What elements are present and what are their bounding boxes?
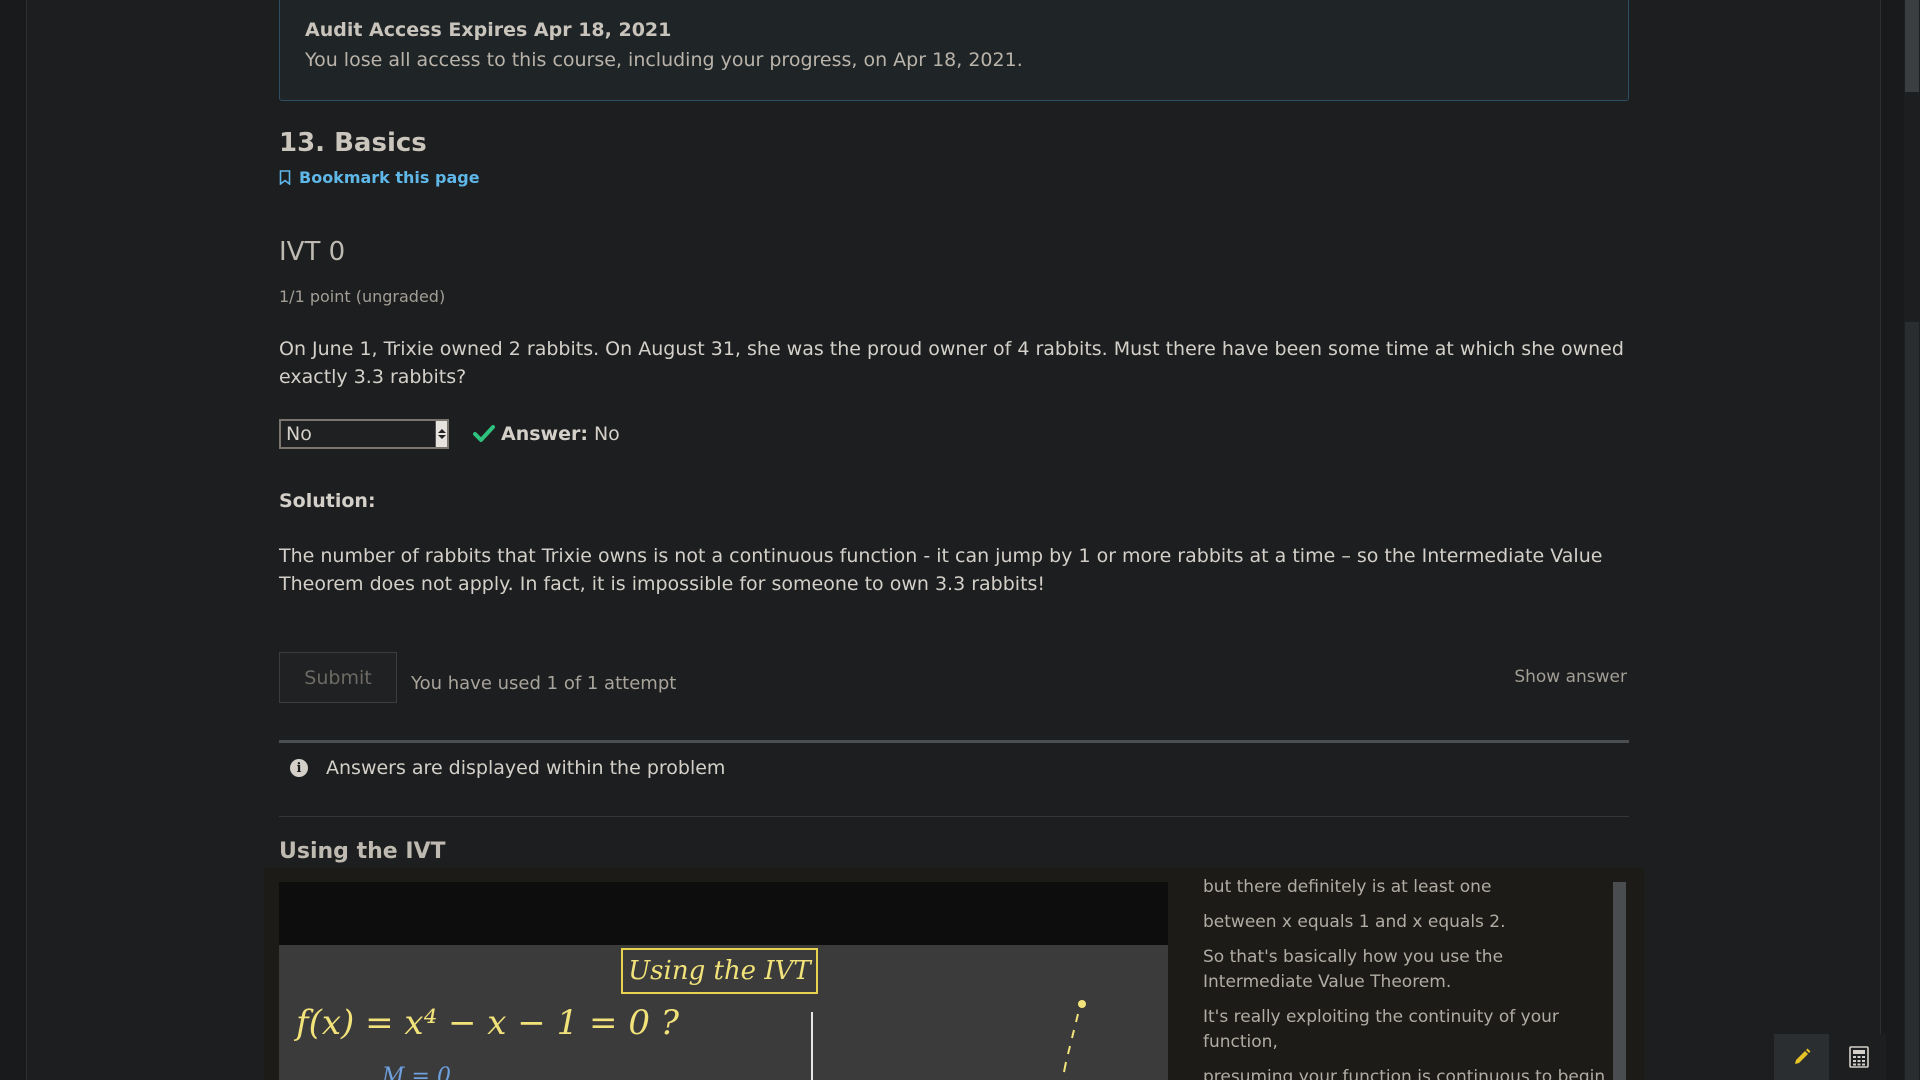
answer-select[interactable]: No [279, 419, 449, 449]
problem-question: On June 1, Trixie owned 2 rabbits. On Au… [279, 338, 1624, 388]
solution-text: The number of rabbits that Trixie owns i… [279, 545, 1603, 595]
select-arrow-icon[interactable] [435, 421, 447, 447]
page-edge-right [1880, 0, 1881, 1080]
transcript-line[interactable]: but there definitely is at least one [1192, 875, 1612, 900]
bookmark-icon [279, 170, 291, 185]
answer-value: No [593, 423, 620, 445]
calculator-button[interactable] [1831, 1034, 1886, 1080]
submit-button[interactable]: Submit [279, 652, 397, 703]
board-bottom-note: M = 0 [382, 1064, 451, 1080]
transcript-line[interactable]: between x equals 1 and x equals 2. [1192, 910, 1612, 935]
board-equation: f(x) = x⁴ − x − 1 = 0 ? [296, 1003, 679, 1043]
scrollbar-thumb-upper[interactable] [1905, 0, 1919, 92]
info-icon: i [290, 759, 308, 777]
audit-banner: Audit Access Expires Apr 18, 2021 You lo… [279, 0, 1629, 101]
page-edge-left [26, 0, 27, 1080]
notice-text: Answers are displayed within the problem [326, 757, 726, 779]
show-answer-button[interactable]: Show answer [1514, 667, 1627, 687]
answer-label: Answer: [501, 423, 588, 445]
unit-title: 13. Basics [279, 128, 427, 158]
board-curve-sketch [1063, 1000, 1086, 1073]
section-divider [279, 816, 1629, 817]
board-title: Using the IVT [621, 948, 818, 994]
audit-description: You lose all access to this course, incl… [305, 49, 1023, 71]
scrollbar-thumb-lower[interactable] [1905, 322, 1919, 1080]
transcript-scrollbar[interactable] [1613, 882, 1626, 1080]
answers-notice: i Answers are displayed within the probl… [290, 757, 725, 779]
transcript-panel[interactable]: but there definitely is at least one bet… [1192, 875, 1612, 1080]
problem-points: 1/1 point (ungraded) [279, 287, 446, 306]
transcript-line[interactable]: It's really exploiting the continuity of… [1192, 1005, 1612, 1055]
bookmark-label[interactable]: Bookmark this page [299, 168, 480, 187]
video-heading: Using the IVT [279, 839, 446, 864]
notice-divider [279, 740, 1629, 743]
bookmark-link[interactable]: Bookmark this page [279, 168, 480, 187]
pencil-icon [1794, 1048, 1810, 1064]
calculator-icon [1848, 1046, 1869, 1068]
notes-button[interactable] [1774, 1034, 1829, 1080]
solution-label: Solution: [279, 490, 376, 512]
problem-title: IVT 0 [279, 237, 346, 267]
transcript-line[interactable]: presuming your function is continuous to… [1192, 1065, 1612, 1080]
attempts-text: You have used 1 of 1 attempt [411, 673, 677, 694]
audit-title: Audit Access Expires Apr 18, 2021 [305, 19, 672, 41]
board-axis-line [811, 1012, 813, 1080]
answer-row: No Answer: No [279, 419, 620, 449]
check-icon [473, 425, 495, 442]
transcript-line[interactable]: So that's basically how you use the Inte… [1192, 945, 1612, 995]
answer-select-value[interactable]: No [286, 423, 312, 445]
